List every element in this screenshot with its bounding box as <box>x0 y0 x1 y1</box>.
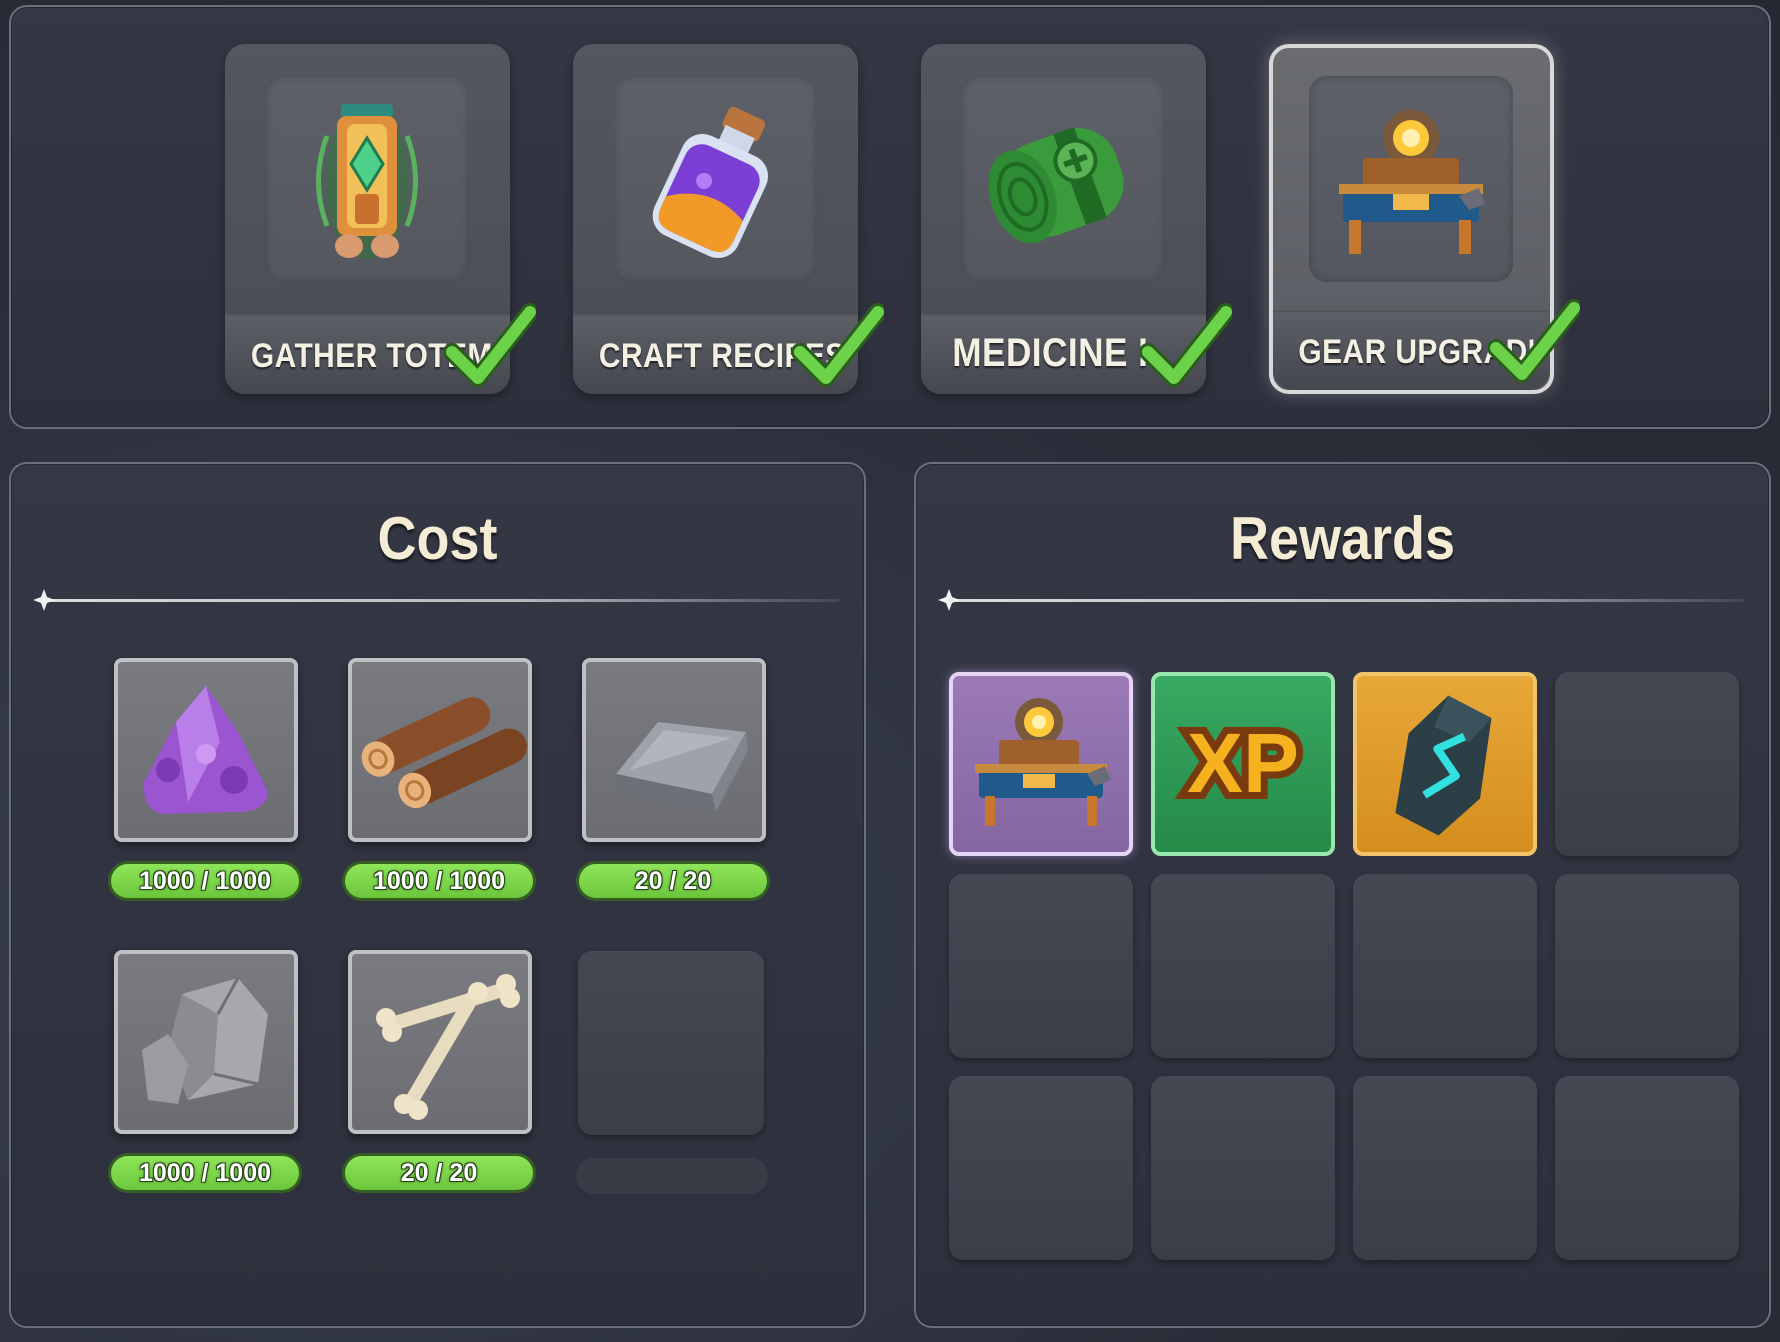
checkmark-icon <box>1140 303 1232 387</box>
totem-icon <box>316 103 418 259</box>
cost-item-bones[interactable]: 20 / 20 <box>342 950 536 1193</box>
diamond-ornament-icon <box>33 589 55 611</box>
cost-amount-pill: 20 / 20 <box>576 861 770 901</box>
amethyst-crystal-icon <box>143 686 268 814</box>
quest-card-craft-recipes[interactable]: CRAFT RECIPES I <box>573 44 884 394</box>
quest-card-gear-upgrading[interactable]: GEAR UPGRADING <box>1269 44 1580 394</box>
xp-text: XP <box>1187 716 1299 810</box>
cost-amount-pill: 1000 / 1000 <box>108 861 302 901</box>
upgrade-bench-icon <box>975 698 1111 826</box>
empty-reward-slot <box>1353 874 1537 1058</box>
empty-reward-slot <box>1353 1076 1537 1260</box>
quest-card-gather-totem[interactable]: GATHER TOTEM I <box>225 44 536 394</box>
reward-item-xp[interactable]: XP XP <box>1151 672 1335 856</box>
cost-panel: Cost 1000 / 1000 1000 / 1000 20 / 20 100… <box>9 462 866 1328</box>
diamond-ornament-icon <box>938 589 960 611</box>
checkmark-icon <box>792 303 884 387</box>
quest-icon-frame <box>961 76 1165 282</box>
section-divider <box>938 589 1744 611</box>
upgrade-bench-icon <box>1339 110 1485 254</box>
quest-selector-panel: GATHER TOTEM I CRAFT RECIPES I MEDICINE … <box>9 5 1771 429</box>
cost-amount-pill: 1000 / 1000 <box>342 861 536 901</box>
empty-reward-slot <box>1555 874 1739 1058</box>
empty-reward-slot <box>1555 672 1739 856</box>
bones-icon <box>376 974 520 1120</box>
xp-icon: XP XP <box>1180 709 1306 817</box>
checkmark-icon <box>1488 299 1580 383</box>
cost-item-tile <box>348 658 532 842</box>
reward-item-upgrade-bench[interactable] <box>949 672 1133 856</box>
cost-title: Cost <box>377 505 498 572</box>
empty-reward-slot <box>1555 1076 1739 1260</box>
quest-icon-frame <box>1309 76 1513 282</box>
empty-reward-slot <box>1151 874 1335 1058</box>
wood-logs-icon <box>361 697 527 809</box>
empty-cost-slot <box>578 951 764 1135</box>
cost-item-iron[interactable]: 20 / 20 <box>576 658 770 901</box>
empty-reward-slot <box>949 874 1133 1058</box>
rewards-panel: Rewards XP XP <box>914 462 1771 1328</box>
checkmark-icon <box>444 303 536 387</box>
cost-item-tile <box>348 950 532 1134</box>
rewards-title: Rewards <box>1229 505 1456 572</box>
cost-amount-pill: 1000 / 1000 <box>108 1153 302 1193</box>
cost-item-tile <box>582 658 766 842</box>
empty-reward-slot <box>949 1076 1133 1260</box>
quest-icon-frame <box>265 76 469 282</box>
reward-item-rune-stone[interactable] <box>1353 672 1537 856</box>
cost-item-wood[interactable]: 1000 / 1000 <box>342 658 536 901</box>
iron-ingot-icon <box>616 722 748 812</box>
potion-icon <box>652 107 769 259</box>
cost-item-stone[interactable]: 1000 / 1000 <box>108 950 302 1193</box>
quest-card-medicine[interactable]: MEDICINE I <box>921 44 1232 394</box>
empty-cost-pill <box>576 1158 768 1194</box>
bandage-roll-icon <box>988 127 1124 244</box>
empty-reward-slot <box>1151 1076 1335 1260</box>
cost-item-tile <box>114 658 298 842</box>
section-divider <box>33 589 839 611</box>
quest-icon-frame <box>613 76 817 282</box>
stone-icon <box>142 977 268 1104</box>
cost-item-amethyst[interactable]: 1000 / 1000 <box>108 658 302 901</box>
cost-item-tile <box>114 950 298 1134</box>
cost-amount-pill: 20 / 20 <box>342 1153 536 1193</box>
rune-stone-icon <box>1395 695 1492 836</box>
